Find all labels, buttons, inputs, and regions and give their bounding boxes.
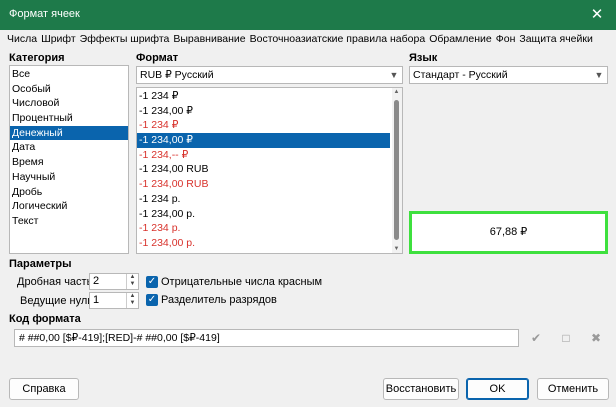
format-preview: 67,88 ₽ <box>409 211 608 254</box>
window-title: Формат ячеек <box>9 8 80 20</box>
cancel-button[interactable]: Отменить <box>537 378 609 400</box>
currency-select-value: RUB ₽ Русский <box>140 69 214 81</box>
comment-icon[interactable]: □ <box>555 328 577 348</box>
leading-zeros-label: Ведущие нули: <box>20 295 97 307</box>
leading-zeros-stepper[interactable]: 1 ▲ ▼ <box>89 292 139 309</box>
category-item-percent[interactable]: Процентный <box>10 111 128 126</box>
help-button[interactable]: Справка <box>9 378 79 400</box>
format-label: Формат <box>136 52 179 64</box>
currency-select[interactable]: RUB ₽ Русский ▼ <box>136 66 403 84</box>
category-item-time[interactable]: Время <box>10 155 128 170</box>
tab-bar: Числа Шрифт Эффекты шрифта Выравнивание Вост… <box>7 33 597 45</box>
tab-borders[interactable]: Обрамление <box>429 33 492 45</box>
format-code-value: # ##0,00 [$₽-419];[RED]-# ##0,00 [$₽-419… <box>19 332 220 344</box>
category-item-special[interactable]: Особый <box>10 82 128 97</box>
chevron-down-icon[interactable]: ▼ <box>386 67 402 83</box>
format-list[interactable]: -1 234 ₽ -1 234,00 ₽ -1 234 ₽ -1 234,00 … <box>136 87 403 254</box>
tab-numbers[interactable]: Числа <box>7 33 37 45</box>
tab-font[interactable]: Шрифт <box>41 33 76 45</box>
negative-red-label[interactable]: Отрицательные числа красным <box>161 276 322 288</box>
category-item-fraction[interactable]: Дробь <box>10 185 128 200</box>
format-item[interactable]: -1 234,00 ₽ <box>137 104 390 119</box>
decimal-places-stepper[interactable]: 2 ▲ ▼ <box>89 273 139 290</box>
add-format-icon[interactable]: ✔ <box>525 328 547 348</box>
format-item[interactable]: -1 234 ₽ <box>137 89 390 104</box>
format-code-label: Код формата <box>9 313 81 325</box>
category-list[interactable]: Все Особый Числовой Процентный Денежный … <box>9 65 129 254</box>
close-icon[interactable]: ✕ <box>586 4 608 26</box>
decimal-places-label: Дробная часть: <box>17 276 96 288</box>
format-item[interactable]: -1 234,00 RUB <box>137 177 390 192</box>
scroll-down-icon[interactable]: ▼ <box>392 246 401 252</box>
reset-button[interactable]: Восстановить <box>383 378 459 400</box>
tab-background[interactable]: Фон <box>496 33 516 45</box>
language-label: Язык <box>409 52 438 64</box>
language-select[interactable]: Стандарт - Русский ▼ <box>409 66 608 84</box>
tab-cell-protection[interactable]: Защита ячейки <box>519 33 592 45</box>
format-item[interactable]: -1 234 р. <box>137 221 390 236</box>
tab-asian-typography[interactable]: Восточноазиатские правила набора <box>250 33 426 45</box>
chevron-down-icon[interactable]: ▼ <box>591 67 607 83</box>
stepper-arrows-icon[interactable]: ▲ ▼ <box>126 274 138 289</box>
negative-red-checkbox[interactable]: ✓ <box>146 276 158 288</box>
format-item[interactable]: -1 234 р. <box>137 192 390 207</box>
stepper-arrows-icon[interactable]: ▲ ▼ <box>126 293 138 308</box>
title-bar: Формат ячеек ✕ <box>0 0 616 30</box>
format-item[interactable]: -1 234,-- ₽ <box>137 148 390 163</box>
format-item[interactable]: -1 234,00 р. <box>137 236 390 251</box>
category-item-boolean[interactable]: Логический <box>10 199 128 214</box>
category-item-currency[interactable]: Денежный <box>10 125 128 141</box>
delete-format-icon[interactable]: ✖ <box>585 328 607 348</box>
ok-button[interactable]: OK <box>466 378 529 400</box>
format-list-scrollbar[interactable]: ▲ ▼ <box>392 88 402 253</box>
scroll-up-icon[interactable]: ▲ <box>392 89 401 95</box>
thousands-separator-label[interactable]: Разделитель разрядов <box>161 294 277 306</box>
category-item-number[interactable]: Числовой <box>10 96 128 111</box>
category-label: Категория <box>9 52 65 64</box>
tab-alignment[interactable]: Выравнивание <box>173 33 245 45</box>
format-code-input[interactable]: # ##0,00 [$₽-419];[RED]-# ##0,00 [$₽-419… <box>14 329 519 347</box>
thousands-separator-checkbox[interactable]: ✓ <box>146 294 158 306</box>
format-item[interactable]: -1 234 ₽ <box>137 118 390 133</box>
options-label: Параметры <box>9 258 72 270</box>
decimal-places-value: 2 <box>93 275 100 287</box>
category-item-all[interactable]: Все <box>10 67 128 82</box>
format-item[interactable]: -1 234,00 р. <box>137 207 390 222</box>
category-item-scientific[interactable]: Научный <box>10 170 128 185</box>
format-item[interactable]: -1 234,00 RUB <box>137 162 390 177</box>
format-item-selected[interactable]: -1 234,00 ₽ <box>137 133 390 148</box>
scrollbar-thumb[interactable] <box>394 100 399 240</box>
leading-zeros-value: 1 <box>93 294 100 306</box>
category-item-date[interactable]: Дата <box>10 140 128 155</box>
tab-font-effects[interactable]: Эффекты шрифта <box>80 33 170 45</box>
language-select-value: Стандарт - Русский <box>413 69 508 81</box>
category-item-text[interactable]: Текст <box>10 214 128 229</box>
